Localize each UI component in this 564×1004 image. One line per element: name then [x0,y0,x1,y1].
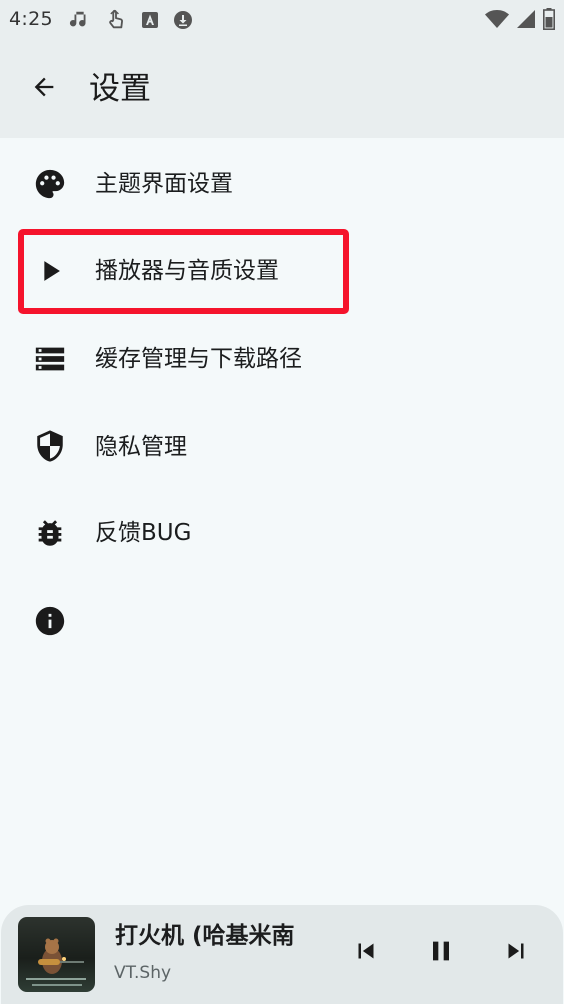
music-note-icon [69,9,91,35]
app-bar: 设置 [0,40,564,138]
mini-player[interactable]: 打火机 (哈基米南 VT.Shy [1,905,563,1004]
menu-item-cache[interactable]: 缓存管理与下载路径 [0,315,564,403]
skip-next-button[interactable] [498,935,534,971]
arrow-left-icon [30,73,58,105]
system-icons [485,8,555,34]
play-icon [33,254,67,288]
status-bar: 4:25 [0,0,564,40]
pause-icon [425,935,457,971]
menu-item-player[interactable]: 播放器与音质设置 [0,228,564,316]
song-title: 打火机 (哈基米南 [115,923,295,949]
menu-label-feedback: 反馈BUG [95,520,192,546]
menu-label-cache: 缓存管理与下载路径 [95,346,302,372]
pause-button[interactable] [423,935,459,971]
storage-icon [33,342,67,376]
palette-icon [33,167,67,201]
skip-previous-button[interactable] [348,935,384,971]
menu-item-privacy[interactable]: 隐私管理 [0,403,564,491]
status-time: 4:25 [9,8,53,30]
menu-label-privacy: 隐私管理 [95,434,187,460]
album-art[interactable] [18,917,95,992]
shield-icon [33,429,67,463]
touch-hand-icon [105,8,127,36]
menu-item-theme[interactable]: 主题界面设置 [0,140,564,228]
wifi-icon [485,9,509,33]
top-app-area: 4:25 设置 [0,0,564,138]
skip-next-icon [501,936,531,970]
menu-item-feedback[interactable]: 反馈BUG [0,491,564,579]
menu-item-about[interactable] [0,579,564,667]
bug-icon [33,516,67,550]
a-letter-icon [141,11,159,33]
page-title: 设置 [89,71,151,107]
info-icon [33,604,67,638]
song-artist: VT.Shy [114,963,172,983]
menu-label-player: 播放器与音质设置 [95,258,279,284]
notification-icons [69,8,193,36]
back-button[interactable] [22,67,66,111]
battery-icon [543,8,555,34]
skip-previous-icon [351,936,381,970]
signal-icon [516,9,536,33]
download-icon [173,10,193,34]
menu-label-theme: 主题界面设置 [95,171,233,197]
